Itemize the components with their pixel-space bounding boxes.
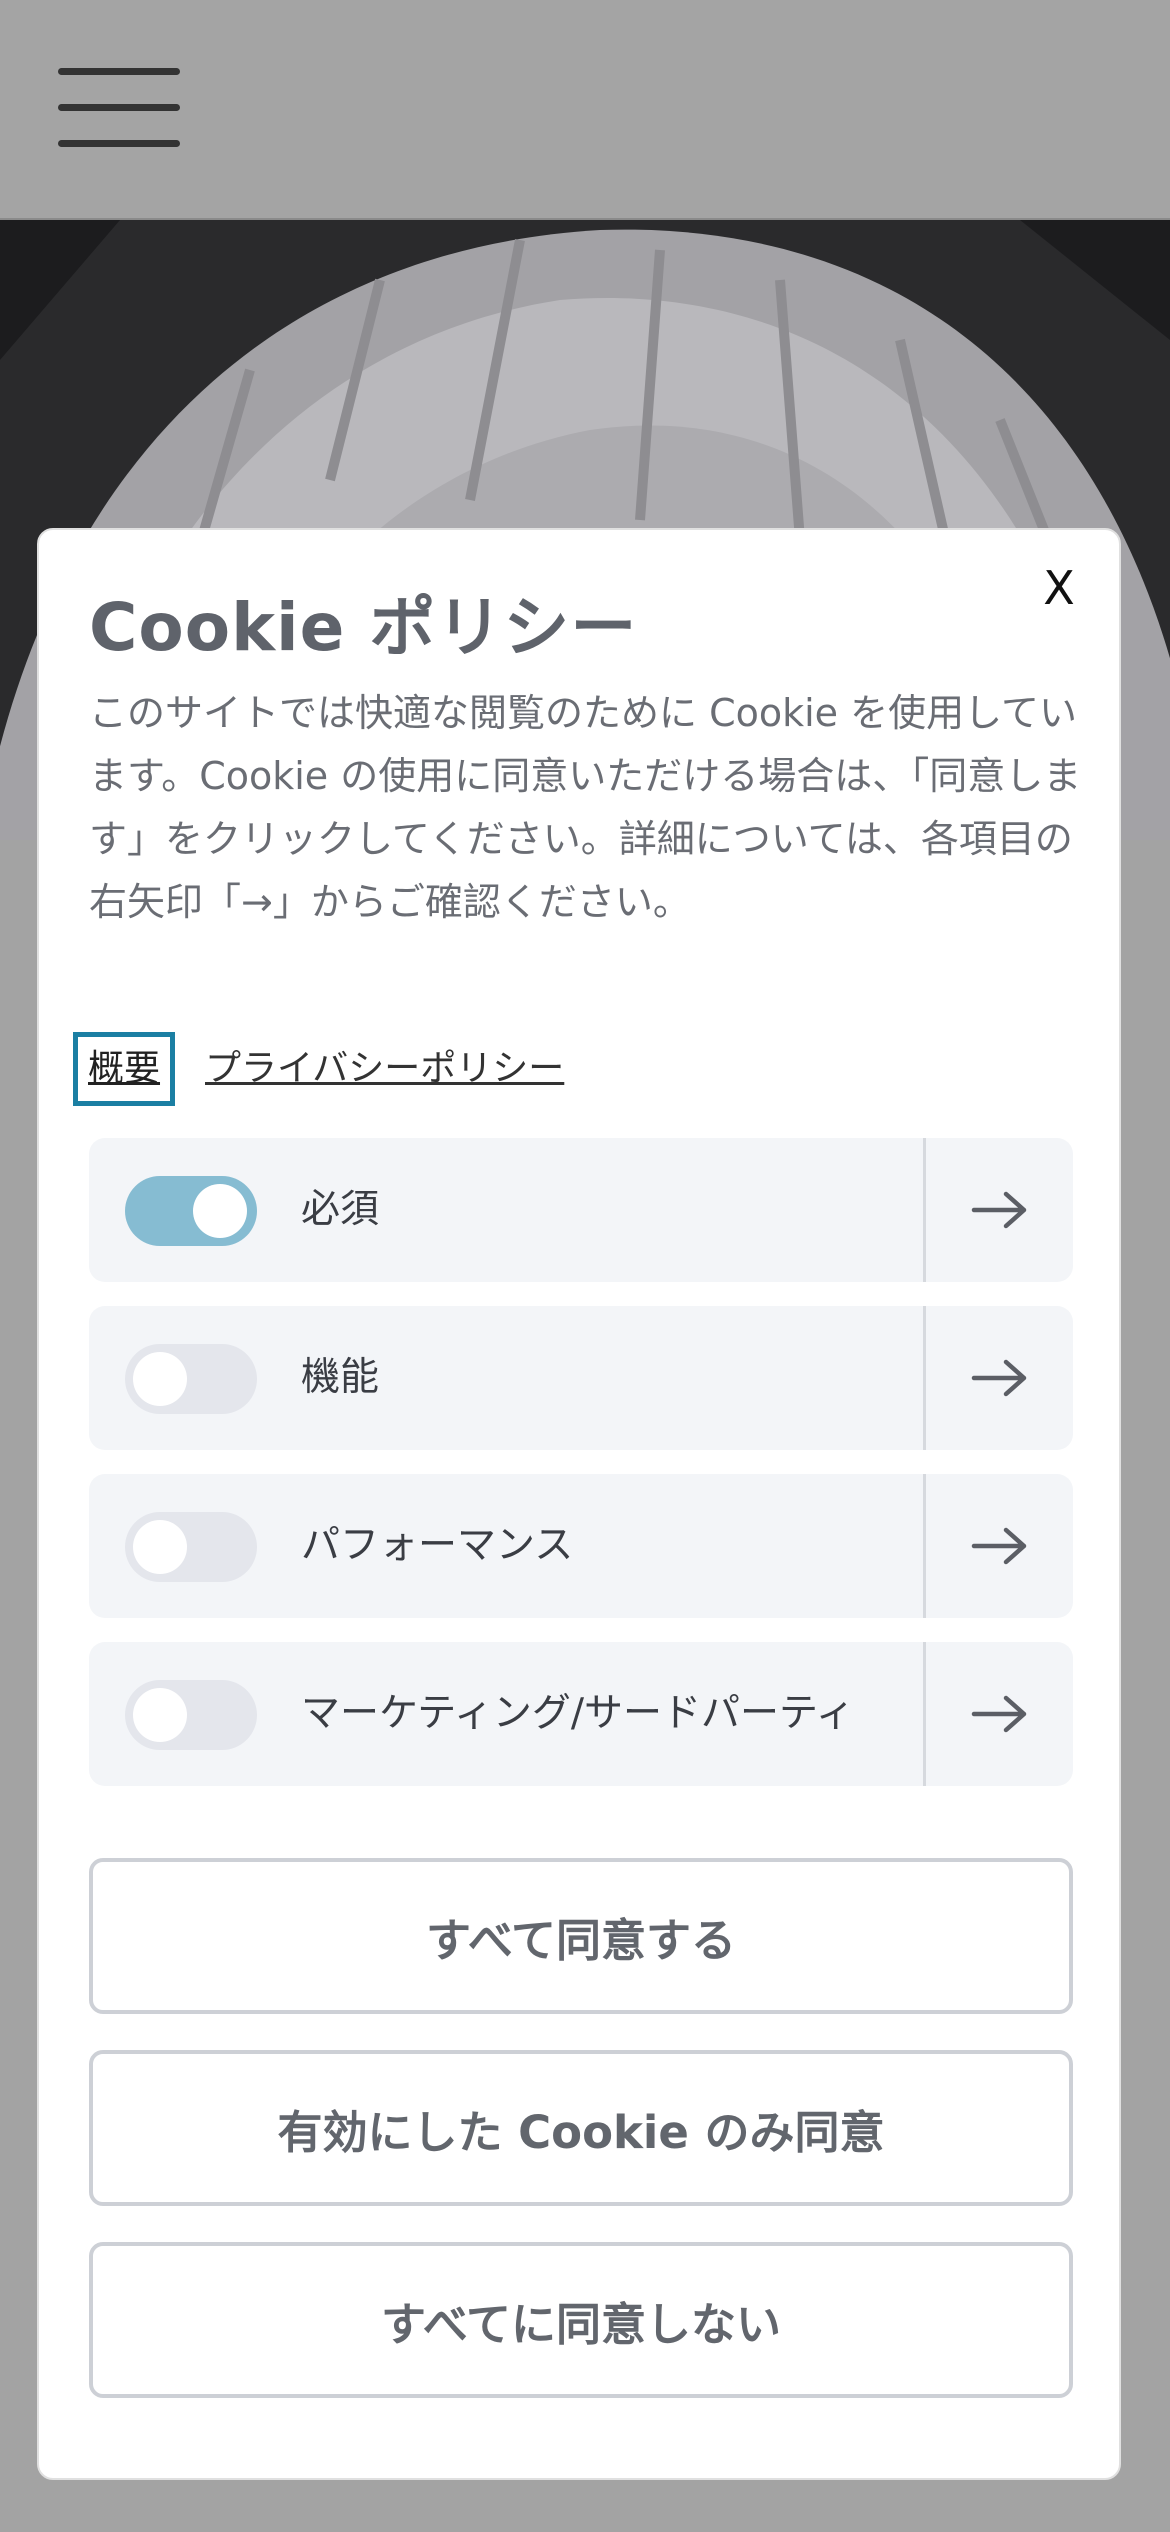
cookie-policy-dialog: Cookie ポリシー X このサイトでは快適な閲覧のために Cookie を使… [37, 528, 1121, 2480]
close-button[interactable]: X [1029, 558, 1089, 618]
privacy-policy-link[interactable]: プライバシーポリシー [205, 1037, 564, 1101]
dialog-description: このサイトでは快適な閲覧のために Cookie を使用しています。Cookie … [89, 691, 1082, 924]
category-row-marketing: マーケティング/サードパーティ [89, 1642, 1073, 1786]
category-label: 機能 [301, 1355, 380, 1400]
toggle-knob [133, 1688, 187, 1742]
category-label: パフォーマンス [301, 1523, 574, 1568]
accept-selected-button[interactable]: 有効にした Cookie のみ同意 [89, 2050, 1073, 2206]
arrow-right-icon[interactable] [926, 1474, 1073, 1618]
category-label: 必須 [301, 1187, 380, 1232]
toggle-knob [193, 1184, 247, 1238]
arrow-right-icon[interactable] [926, 1138, 1073, 1282]
dialog-actions: すべて同意する 有効にした Cookie のみ同意 すべてに同意しない [89, 1858, 1073, 2434]
toggle-required[interactable] [125, 1176, 257, 1246]
toggle-functional[interactable] [125, 1344, 257, 1414]
cookie-category-list: 必須 機能 パフォーマンス マーケティング/サードパーティ [89, 1138, 1073, 1810]
summary-link[interactable]: 概要 [73, 1032, 176, 1106]
category-row-performance: パフォーマンス [89, 1474, 1073, 1618]
toggle-knob [133, 1520, 187, 1574]
toggle-knob [133, 1352, 187, 1406]
site-header [0, 0, 1170, 220]
arrow-right-icon[interactable] [926, 1306, 1073, 1450]
reject-all-button[interactable]: すべてに同意しない [89, 2242, 1073, 2398]
toggle-marketing[interactable] [125, 1680, 257, 1750]
hamburger-menu-icon[interactable] [58, 68, 180, 152]
category-label: マーケティング/サードパーティ [301, 1691, 855, 1736]
category-row-required: 必須 [89, 1138, 1073, 1282]
toggle-performance[interactable] [125, 1512, 257, 1582]
arrow-right-icon[interactable] [926, 1642, 1073, 1786]
category-row-functional: 機能 [89, 1306, 1073, 1450]
accept-all-button[interactable]: すべて同意する [89, 1858, 1073, 2014]
dialog-title: Cookie ポリシー [89, 589, 638, 666]
